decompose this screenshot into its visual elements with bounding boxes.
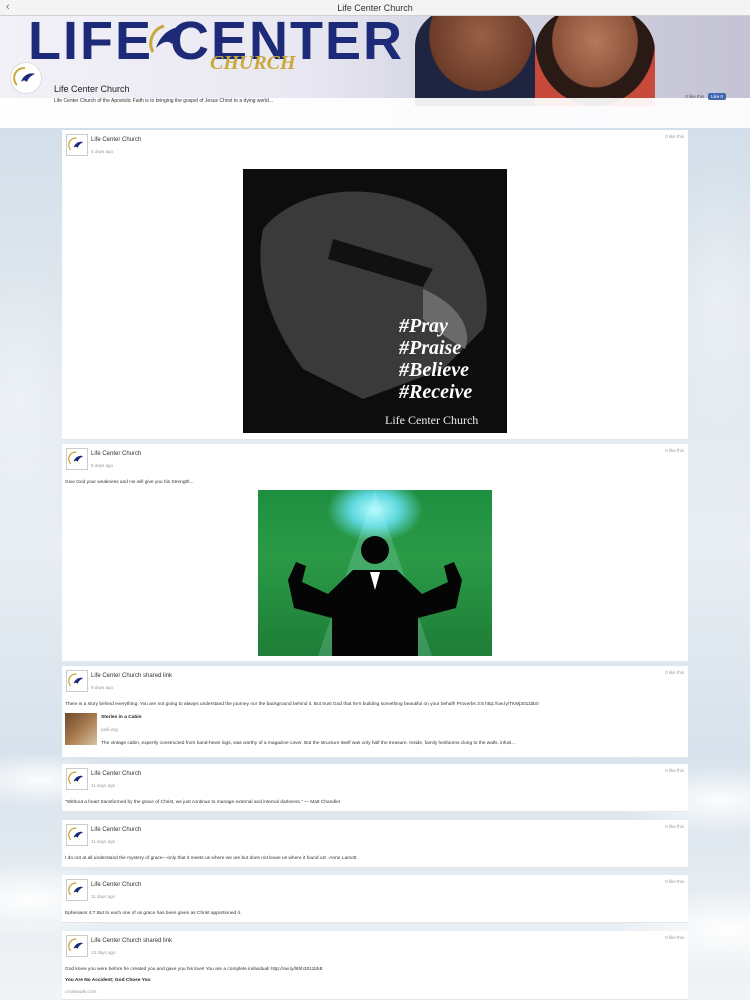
post-author[interactable]: Life Center Church (91, 451, 141, 457)
post-like-count: 0 like this (665, 935, 684, 940)
title-bar: ‹ Life Center Church (0, 0, 750, 16)
post-author[interactable]: Life Center Church (91, 137, 141, 143)
dove-icon (68, 673, 84, 687)
post-text: "Without a heart transformed by the grac… (65, 800, 341, 805)
man-arms-raised-silhouette (288, 490, 462, 656)
post-avatar[interactable] (66, 768, 88, 790)
post-avatar[interactable] (66, 670, 88, 692)
link-title[interactable]: You Are No Accident; God Chose You (65, 978, 150, 983)
image-brand-caption: Life Center Church (385, 413, 479, 427)
post-timestamp: 11 days ago (91, 839, 116, 844)
post-like-count: 0 like this (665, 824, 684, 829)
post-text: Ephesians 4:7 But to each one of us grac… (65, 911, 242, 916)
link-summary: The vintage cabin, expertly constructed … (101, 741, 516, 746)
chevron-left-icon[interactable]: ‹ (6, 1, 10, 13)
link-thumbnail[interactable] (65, 713, 97, 745)
post-author[interactable]: Life Center Church shared link (91, 938, 172, 944)
cover-subword: CHURCH (210, 52, 296, 74)
post-image-strength[interactable] (258, 490, 492, 656)
page-name[interactable]: Life Center Church (54, 84, 130, 94)
post-text: Give God your weakness and He will give … (65, 480, 194, 485)
post-card: Life Center Church 11 days ago 0 like th… (62, 875, 688, 923)
dove-icon (68, 882, 84, 896)
post-like-count: 0 like this (665, 879, 684, 884)
post-like-count: 0 like this (665, 768, 684, 773)
window-title: Life Center Church (337, 2, 413, 13)
post-author[interactable]: Life Center Church (91, 771, 141, 777)
post-author[interactable]: Life Center Church (91, 882, 141, 888)
post-like-count: 0 like this (665, 134, 684, 139)
post-timestamp: 13 days ago (91, 950, 116, 955)
post-author[interactable]: Life Center Church shared link (91, 673, 172, 679)
post-timestamp: 9 days ago (91, 685, 114, 690)
post-author[interactable]: Life Center Church (91, 827, 141, 833)
header-like-area: 0 like this Like 0 (685, 93, 726, 100)
page-description: Life Center Church of the Apostolic Fait… (54, 98, 274, 104)
post-avatar[interactable] (66, 879, 88, 901)
link-title[interactable]: Stories in a Cabin (101, 715, 142, 720)
like-button[interactable]: Like 0 (707, 93, 726, 100)
post-text: God knew you were before he created you … (65, 967, 323, 972)
link-domain: polli.org (101, 728, 118, 733)
post-card: Life Center Church 6 days ago 0 like thi… (62, 130, 688, 440)
image-hashtags: #Pray #Praise #Believe #Receive (399, 315, 473, 403)
post-text: There is a story behind everything. You … (65, 702, 539, 707)
dove-icon (13, 66, 35, 86)
dove-icon (68, 451, 84, 465)
post-like-count: 0 like this (665, 448, 684, 453)
post-like-count: 0 like this (665, 670, 684, 675)
cover-photo-couple (385, 16, 685, 106)
page-header: LIFE CENTER CHURCH (0, 16, 750, 128)
post-avatar[interactable] (66, 935, 88, 957)
post-card: Life Center Church shared link 13 days a… (62, 931, 688, 1000)
post-card: Life Center Church shared link 9 days ag… (62, 666, 688, 758)
post-avatar[interactable] (66, 448, 88, 470)
post-avatar[interactable] (66, 134, 88, 156)
header-like-count: 0 like this (685, 94, 704, 99)
post-text: I do not at all understand the mystery o… (65, 856, 357, 861)
post-card: Life Center Church 11 days ago 0 like th… (62, 820, 688, 868)
page-logo-avatar[interactable] (10, 62, 42, 94)
dove-icon (68, 938, 84, 952)
post-timestamp: 11 days ago (91, 783, 116, 788)
post-timestamp: 6 days ago (91, 149, 114, 154)
post-card: Life Center Church 11 days ago 0 like th… (62, 764, 688, 812)
dove-icon (68, 771, 84, 785)
link-domain: crosswalk.com (65, 990, 97, 995)
dove-icon (68, 827, 84, 841)
post-avatar[interactable] (66, 824, 88, 846)
post-card: Life Center Church 9 days ago 0 like thi… (62, 444, 688, 662)
post-timestamp: 11 days ago (91, 894, 116, 899)
post-image-pray-praise[interactable]: #Pray #Praise #Believe #Receive Life Cen… (243, 169, 507, 433)
dove-icon (149, 24, 188, 53)
dove-icon (68, 137, 84, 151)
post-timestamp: 9 days ago (91, 463, 114, 468)
